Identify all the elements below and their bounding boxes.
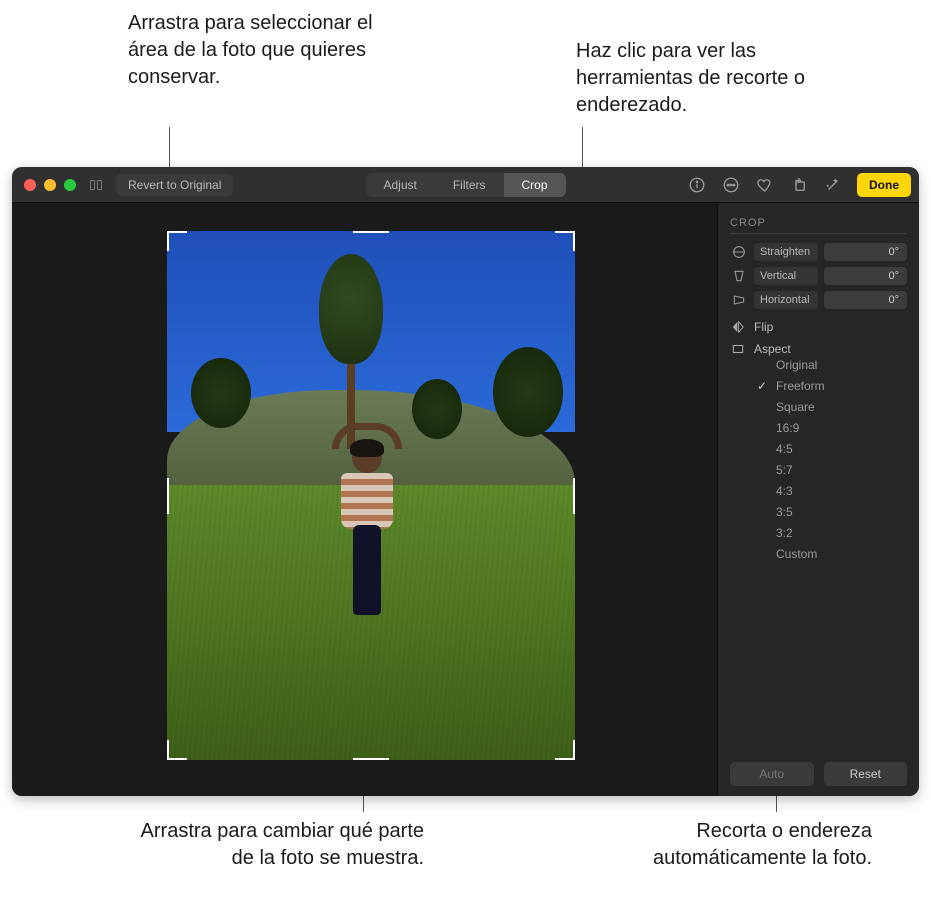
crop-handle-top-right[interactable] <box>555 231 575 251</box>
aspect-option-4-5[interactable]: 4:5 <box>756 442 907 456</box>
horizontal-perspective-icon <box>730 292 748 308</box>
reset-button[interactable]: Reset <box>824 762 908 786</box>
aspect-option-3-5[interactable]: 3:5 <box>756 505 907 519</box>
crop-handle-top-left[interactable] <box>167 231 187 251</box>
rotate-icon[interactable] <box>789 175 809 195</box>
done-button[interactable]: Done <box>857 173 911 197</box>
sidebar-toggle-icon[interactable] <box>90 180 104 190</box>
aspect-option-label: 3:5 <box>776 505 793 519</box>
auto-button[interactable]: Auto <box>730 762 814 786</box>
flip-icon <box>730 320 746 334</box>
horizontal-label: Horizontal <box>754 291 818 309</box>
crop-handle-bottom-left[interactable] <box>167 740 187 760</box>
aspect-option-label: 4:3 <box>776 484 793 498</box>
straighten-label: Straighten <box>754 243 818 261</box>
auto-enhance-icon[interactable] <box>823 175 843 195</box>
horizontal-row: Horizontal 0° <box>730 291 907 309</box>
aspect-option-label: 5:7 <box>776 463 793 477</box>
minimize-window[interactable] <box>44 179 56 191</box>
revert-to-original-button[interactable]: Revert to Original <box>116 174 233 196</box>
more-icon[interactable] <box>721 175 741 195</box>
aspect-label: Aspect <box>754 342 791 356</box>
horizontal-value[interactable]: 0° <box>824 291 907 309</box>
edit-mode-segmented-control: Adjust Filters Crop <box>365 173 565 197</box>
straighten-value[interactable]: 0° <box>824 243 907 261</box>
crop-handle-top[interactable] <box>353 231 389 233</box>
close-window[interactable] <box>24 179 36 191</box>
straighten-row: Straighten 0° <box>730 243 907 261</box>
flip-label: Flip <box>754 320 773 334</box>
vertical-label: Vertical <box>754 267 818 285</box>
crop-handle-right[interactable] <box>573 478 575 514</box>
aspect-option-label: 4:5 <box>776 442 793 456</box>
favorite-icon[interactable] <box>755 175 775 195</box>
aspect-option-3-2[interactable]: 3:2 <box>756 526 907 540</box>
aspect-option-label: 16:9 <box>776 421 799 435</box>
callout-crop-drag: Arrastra para seleccionar el área de la … <box>128 10 408 91</box>
vertical-perspective-icon <box>730 268 748 284</box>
aspect-option-custom[interactable]: Custom <box>756 547 907 561</box>
aspect-option-square[interactable]: Square <box>756 400 907 414</box>
aspect-option-4-3[interactable]: 4:3 <box>756 484 907 498</box>
tab-adjust[interactable]: Adjust <box>365 173 434 197</box>
crop-handle-left[interactable] <box>167 478 169 514</box>
crop-handle-bottom-right[interactable] <box>555 740 575 760</box>
aspect-header[interactable]: Aspect <box>730 342 907 356</box>
aspect-option-label: Freeform <box>776 379 825 393</box>
straighten-icon <box>730 244 748 260</box>
info-icon[interactable] <box>687 175 707 195</box>
vertical-value[interactable]: 0° <box>824 267 907 285</box>
aspect-icon <box>730 342 746 356</box>
crop-panel: CROP Straighten 0° Vertical 0° Horizonta… <box>717 203 919 796</box>
callout-auto: Recorta o endereza automáticamente la fo… <box>582 818 872 872</box>
checkmark-icon: ✓ <box>756 379 768 393</box>
vertical-row: Vertical 0° <box>730 267 907 285</box>
panel-title: CROP <box>730 217 907 234</box>
tab-crop[interactable]: Crop <box>504 173 566 197</box>
window-controls <box>24 179 76 191</box>
aspect-option-label: Original <box>776 358 817 372</box>
aspect-option-16-9[interactable]: 16:9 <box>756 421 907 435</box>
photos-edit-window: Revert to Original Adjust Filters Crop D… <box>12 167 919 796</box>
flip-button[interactable]: Flip <box>730 320 907 334</box>
tab-filters[interactable]: Filters <box>435 173 504 197</box>
aspect-option-label: 3:2 <box>776 526 793 540</box>
aspect-option-freeform[interactable]: ✓ Freeform <box>756 379 907 393</box>
aspect-option-label: Custom <box>776 547 817 561</box>
callout-move-photo: Arrastra para cambiar qué parte de la fo… <box>134 818 424 872</box>
aspect-option-label: Square <box>776 400 815 414</box>
aspect-option-original[interactable]: Original <box>756 358 907 372</box>
callout-crop-tools: Haz clic para ver las herramientas de re… <box>576 38 856 119</box>
aspect-option-5-7[interactable]: 5:7 <box>756 463 907 477</box>
crop-canvas[interactable] <box>12 203 717 796</box>
photo-preview[interactable] <box>167 231 575 760</box>
aspect-options-list: Original ✓ Freeform Square 16:9 4:5 5:7 4:3 3:5 3… <box>756 358 907 561</box>
zoom-window[interactable] <box>64 179 76 191</box>
crop-handle-bottom[interactable] <box>353 758 389 760</box>
titlebar: Revert to Original Adjust Filters Crop D… <box>12 167 919 203</box>
